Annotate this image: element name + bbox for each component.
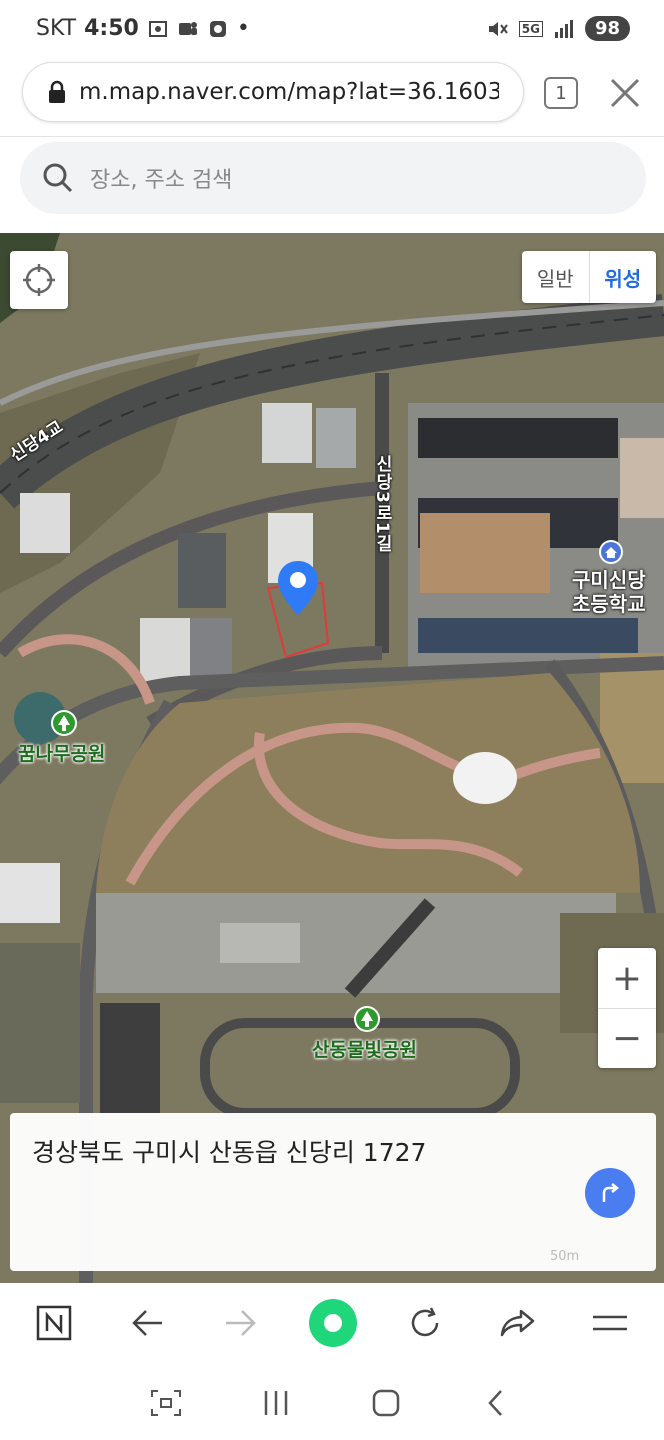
battery-badge: 98 <box>584 16 630 41</box>
url-text[interactable]: m.map.naver.com/map?lat=36.16036... <box>79 79 499 105</box>
route-button[interactable] <box>585 1168 635 1218</box>
back-button[interactable] <box>120 1297 176 1349</box>
forward-button[interactable] <box>212 1297 268 1349</box>
recents-button[interactable] <box>254 1383 298 1423</box>
app-notification-icon <box>209 20 226 37</box>
header-divider <box>0 136 664 137</box>
map-scale: 50m <box>550 1249 580 1264</box>
clock: 4:50 <box>84 16 139 41</box>
naver-home-button[interactable] <box>26 1297 82 1349</box>
current-location-button[interactable] <box>10 251 68 309</box>
home-button[interactable] <box>305 1297 361 1349</box>
search-placeholder: 장소, 주소 검색 <box>90 168 233 193</box>
route-icon <box>602 1183 620 1202</box>
address-text: 경상북도 구미시 산동읍 신당리 1727 <box>32 1138 427 1167</box>
android-back-button[interactable] <box>474 1383 518 1423</box>
capture-icon <box>151 1390 181 1416</box>
road-label-singdang3ro1gil: 신당3로1길 <box>372 455 392 553</box>
address-card[interactable]: 경상북도 구미시 산동읍 신당리 1727 50m <box>10 1113 656 1271</box>
teams-icon <box>178 21 197 35</box>
share-button[interactable] <box>490 1297 546 1349</box>
refresh-icon <box>411 1307 439 1337</box>
park-label-kkumnamu: 꿈나무공원 <box>18 743 106 765</box>
signal-icon <box>554 19 573 38</box>
park-label-sandongmulbit: 산동물빛공원 <box>312 1039 417 1061</box>
carrier-label: SKT <box>36 16 77 41</box>
zoom-control[interactable]: + − <box>598 948 656 1068</box>
recents-icon <box>264 1391 288 1415</box>
android-back-icon <box>488 1390 502 1416</box>
zoom-out-button[interactable]: − <box>598 1008 656 1068</box>
layer-normal-button[interactable]: 일반 <box>522 251 590 303</box>
android-home-button[interactable] <box>364 1383 408 1423</box>
menu-icon <box>593 1315 627 1331</box>
locate-icon <box>23 264 55 296</box>
map-layer-toggle[interactable]: 일반 위성 <box>522 251 656 303</box>
tab-count-button[interactable]: 1 <box>544 77 578 109</box>
school-label-line1: 구미신당 <box>572 568 646 592</box>
school-label-line2: 초등학교 <box>572 592 646 616</box>
park-pin-icon <box>354 1006 380 1032</box>
android-nav-bar <box>0 1363 664 1440</box>
browser-toolbar <box>0 1283 664 1363</box>
android-home-icon <box>372 1389 400 1417</box>
share-icon <box>500 1309 535 1337</box>
refresh-button[interactable] <box>397 1297 453 1349</box>
school-label: 구미신당 초등학교 <box>572 568 646 616</box>
school-pin-icon <box>599 540 623 564</box>
menu-button[interactable] <box>582 1297 638 1349</box>
park-pin-icon <box>51 710 77 736</box>
forward-icon <box>226 1310 256 1336</box>
home-icon <box>309 1299 357 1347</box>
status-dot: • <box>236 16 250 41</box>
location-marker-icon[interactable] <box>276 559 320 617</box>
naver-icon <box>36 1305 72 1341</box>
screenshot-icon <box>148 20 167 37</box>
status-right: 5G 98 <box>485 16 630 41</box>
search-input[interactable]: 장소, 주소 검색 <box>20 142 646 214</box>
close-icon[interactable] <box>606 74 644 112</box>
lock-icon <box>49 80 65 103</box>
back-icon <box>132 1310 162 1336</box>
status-bar: SKT 4:50 • 5G 98 <box>0 0 664 62</box>
url-bar[interactable]: m.map.naver.com/map?lat=36.16036... <box>22 62 524 122</box>
layer-satellite-button[interactable]: 위성 <box>590 251 657 303</box>
screen-capture-button[interactable] <box>144 1383 188 1423</box>
status-left: SKT 4:50 • <box>36 16 250 41</box>
network-badge: 5G <box>518 20 543 37</box>
zoom-in-button[interactable]: + <box>598 948 656 1008</box>
search-icon <box>43 163 73 193</box>
mute-icon <box>488 21 508 36</box>
